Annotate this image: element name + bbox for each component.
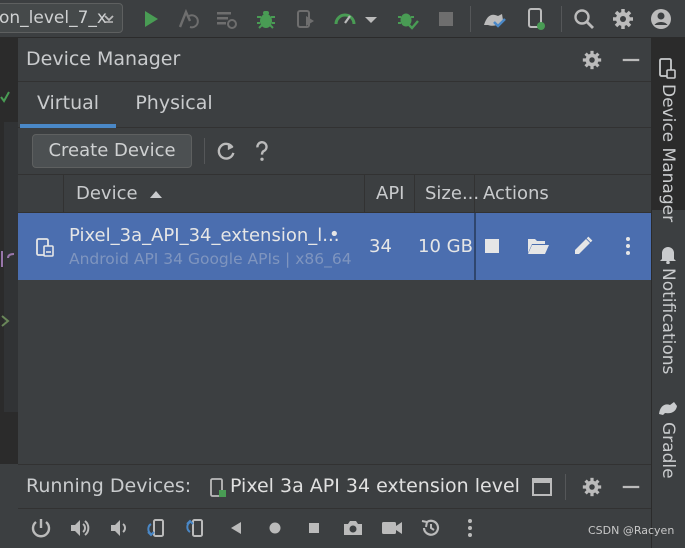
device-name: Pixel_3a_API_34_extension_l...	[69, 225, 340, 246]
tab-label: Physical	[135, 92, 213, 114]
run-configuration-label: on_level_7_x	[0, 8, 107, 28]
editor-gutter	[0, 38, 18, 464]
column-label: Device	[76, 183, 138, 204]
volume-up-icon[interactable]	[68, 516, 92, 540]
sync-gradle-icon[interactable]	[482, 7, 506, 31]
column-divider	[364, 175, 365, 212]
attach-debugger-icon[interactable]	[294, 7, 318, 31]
running-devices-label: Running Devices:	[26, 475, 192, 497]
settings-icon[interactable]	[581, 476, 603, 498]
profile-icon[interactable]	[333, 7, 357, 31]
more-vertical-icon[interactable]	[458, 516, 482, 540]
column-divider	[474, 175, 475, 212]
back-icon[interactable]	[224, 516, 248, 540]
help-icon[interactable]	[252, 140, 272, 162]
running-devices-bar: Running Devices: Pixel 3a API 34 extensi…	[18, 464, 651, 508]
more-vertical-icon[interactable]	[618, 235, 638, 257]
toolbar-separator	[565, 474, 566, 500]
edit-icon[interactable]	[572, 235, 594, 257]
column-label: Size...	[425, 183, 480, 204]
tab-label: Virtual	[36, 92, 100, 114]
device-manager-icon	[659, 58, 676, 79]
stripe-label: Gradle	[658, 422, 678, 479]
debug-tests-icon[interactable]	[395, 7, 419, 31]
refresh-icon[interactable]	[215, 140, 237, 162]
device-manager-panel: Device Manager Virtual Physical Create D…	[18, 38, 651, 464]
stop-icon[interactable]	[482, 236, 502, 256]
right-tool-stripe: Device Manager Notifications Gradle	[651, 38, 685, 548]
table-row[interactable]: Pixel_3a_API_34_extension_l... • Android…	[18, 213, 651, 280]
device-actions-row: Create Device	[18, 128, 651, 174]
apply-changes-icon[interactable]	[176, 7, 200, 31]
device-api: 34	[369, 236, 392, 257]
camera-icon[interactable]	[341, 516, 365, 540]
stop-icon[interactable]	[434, 7, 458, 31]
debug-icon[interactable]	[254, 7, 278, 31]
column-size[interactable]: Size...	[425, 175, 479, 212]
stripe-label: Device Manager	[658, 84, 678, 223]
device-type-tabs: Virtual Physical	[18, 82, 651, 128]
code-fragment-icon	[1, 251, 15, 267]
column-api[interactable]: API	[376, 175, 404, 212]
checkmark-icon	[0, 91, 10, 103]
minimize-icon[interactable]	[620, 49, 642, 71]
gradle-icon	[659, 402, 677, 415]
emulator-toolbar	[18, 508, 651, 548]
bell-icon	[660, 247, 676, 264]
tab-physical[interactable]: Physical	[126, 82, 222, 128]
tab-virtual[interactable]: Virtual	[20, 82, 116, 128]
window-mode-icon[interactable]	[531, 476, 553, 498]
search-icon[interactable]	[572, 7, 596, 31]
device-table-header: Device API Size... Actions	[18, 174, 651, 213]
folder-open-icon[interactable]	[526, 236, 550, 256]
column-actions: Actions	[483, 175, 549, 212]
panel-title: Device Manager	[26, 48, 181, 70]
column-label: API	[376, 183, 405, 204]
settings-icon[interactable]	[581, 49, 603, 71]
stripe-device-manager[interactable]: Device Manager	[652, 38, 685, 222]
more-dropdown-icon[interactable]	[362, 7, 380, 31]
fold-arrow-icon	[1, 315, 10, 327]
volume-down-icon[interactable]	[107, 516, 131, 540]
phone-icon	[36, 238, 54, 257]
stripe-notifications[interactable]: Notifications	[652, 238, 685, 378]
device-size: 10 GB	[418, 236, 473, 257]
column-divider	[414, 175, 415, 212]
home-icon[interactable]	[263, 516, 287, 540]
account-icon[interactable]	[649, 7, 673, 31]
overview-icon[interactable]	[302, 516, 326, 540]
power-icon[interactable]	[29, 516, 53, 540]
minimize-icon[interactable]	[620, 476, 642, 498]
running-device-name: Pixel 3a API 34 extension level 7 x86	[230, 475, 522, 497]
rotate-right-icon[interactable]	[185, 516, 209, 540]
screen-record-icon[interactable]	[380, 516, 404, 540]
phone-icon	[210, 478, 226, 497]
run-icon[interactable]	[139, 7, 163, 31]
settings-icon[interactable]	[611, 7, 635, 31]
snapshot-icon[interactable]	[419, 516, 443, 540]
toolbar-separator	[561, 6, 562, 32]
run-configuration-selector[interactable]: on_level_7_x	[0, 3, 123, 33]
column-divider	[474, 213, 476, 280]
toolbar-separator	[470, 6, 471, 32]
chevron-down-icon	[104, 15, 114, 23]
column-label: Actions	[483, 183, 549, 204]
device-details: Android API 34 Google APIs | x86_64	[69, 250, 352, 268]
column-device[interactable]: Device	[76, 175, 163, 212]
column-divider	[63, 175, 64, 212]
panel-header: Device Manager	[18, 38, 651, 82]
create-device-button[interactable]: Create Device	[32, 134, 192, 168]
rotate-left-icon[interactable]	[146, 516, 170, 540]
toolbar-separator	[204, 138, 205, 164]
sort-ascending-icon	[150, 191, 163, 198]
apply-code-changes-icon[interactable]	[214, 7, 238, 31]
device-manager-icon[interactable]	[524, 7, 548, 31]
watermark: CSDN @Racyen	[588, 524, 675, 537]
main-toolbar: on_level_7_x	[0, 0, 685, 38]
stripe-gradle[interactable]: Gradle	[652, 394, 685, 494]
device-status-dot: •	[329, 224, 340, 245]
stripe-label: Notifications	[658, 268, 678, 375]
running-device-tab[interactable]: Pixel 3a API 34 extension level 7 x86	[206, 465, 522, 509]
